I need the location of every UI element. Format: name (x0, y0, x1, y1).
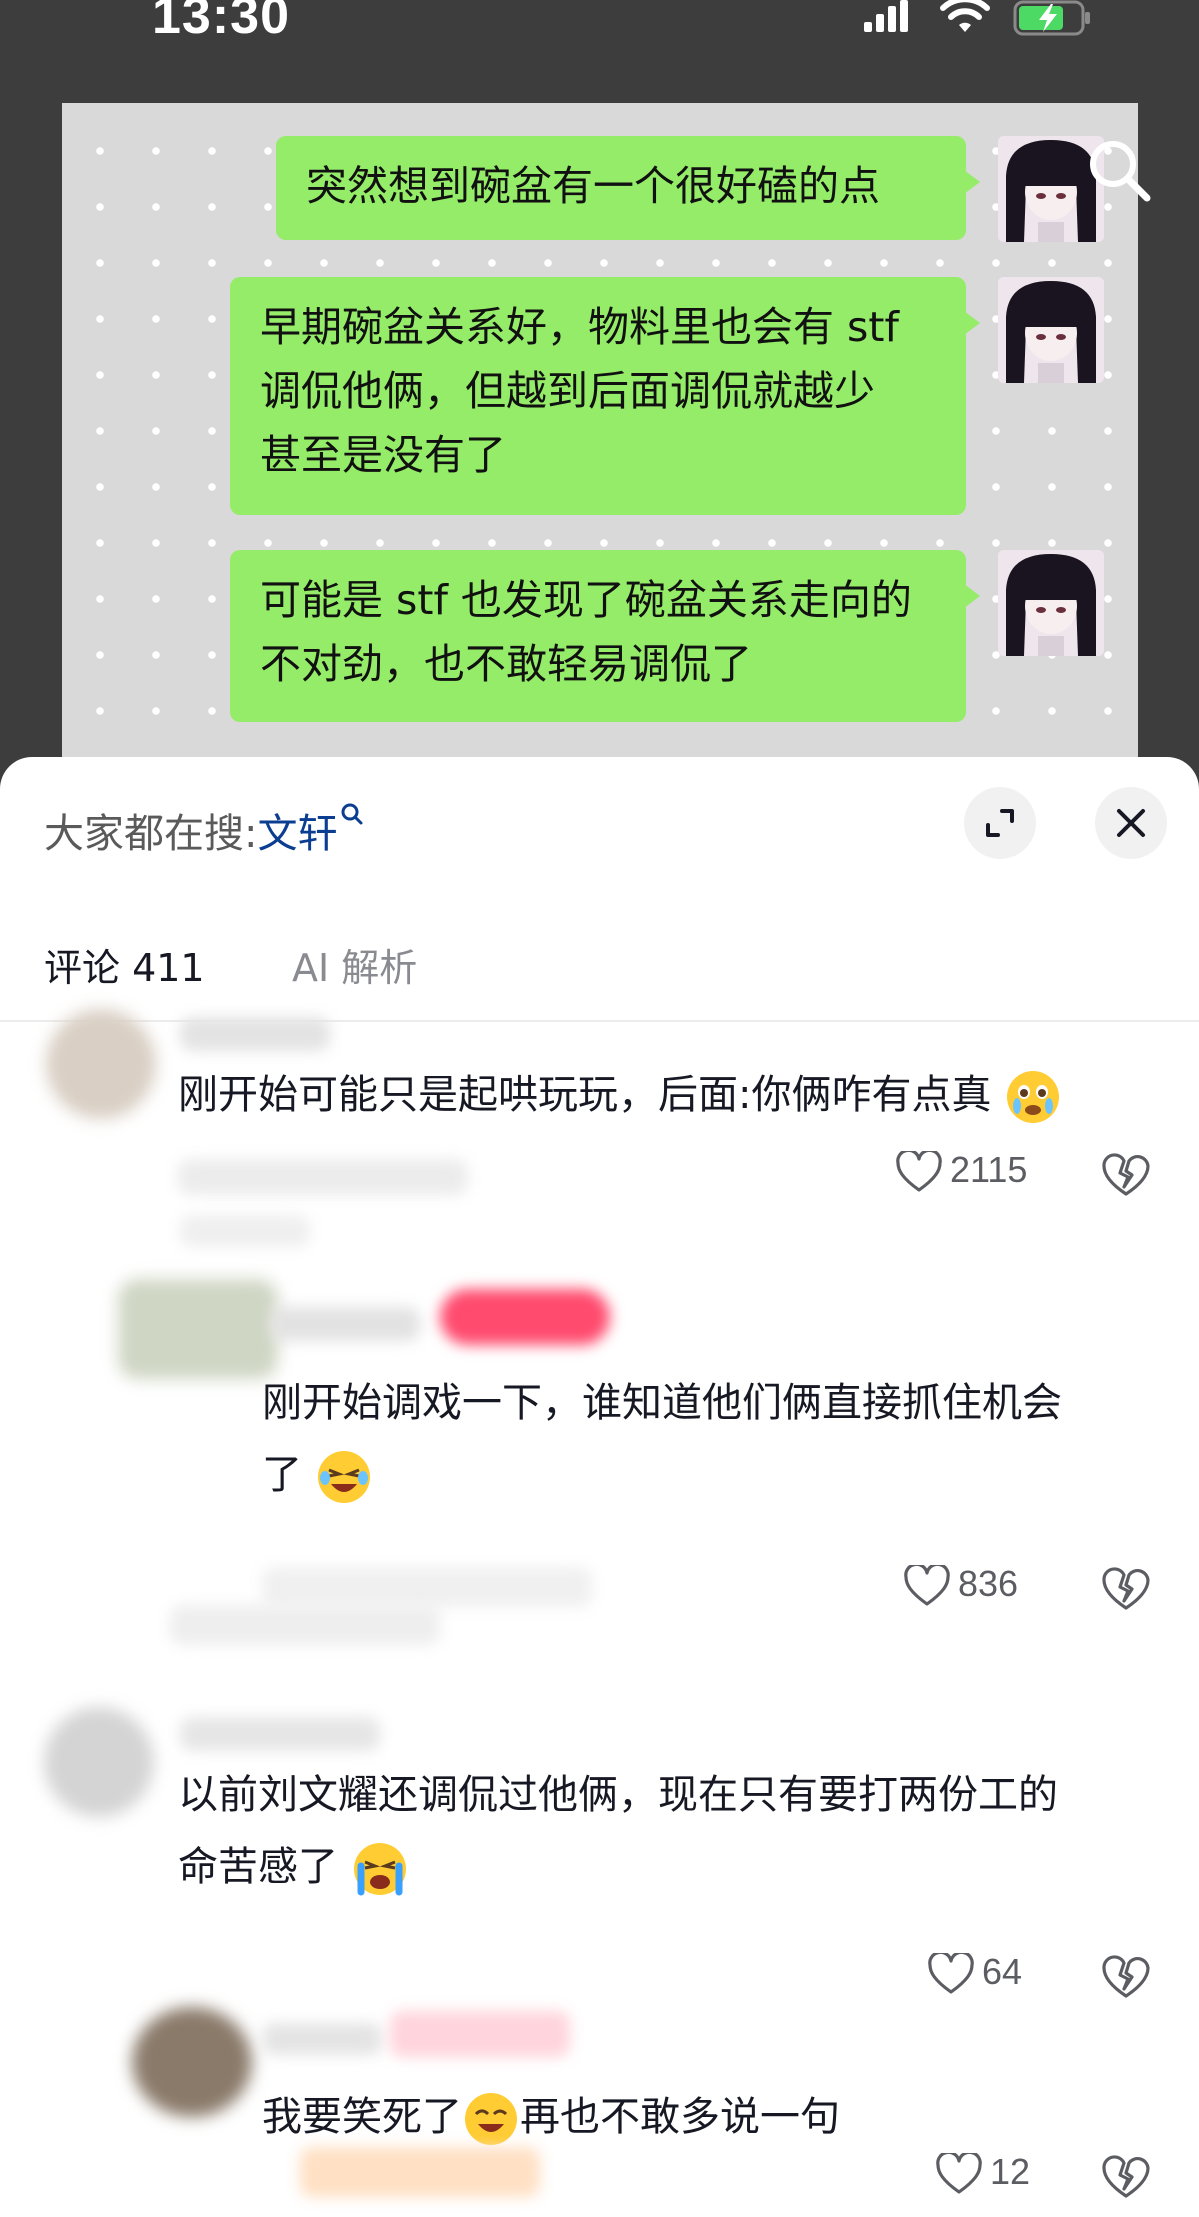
broken-heart-icon[interactable] (1102, 2155, 1150, 2199)
comment-text: 刚开始可能只是起哄玩玩，后面:你俩咋有点真 (178, 1059, 1138, 1131)
comment-line: 刚开始调戏一下，谁知道他们俩直接抓住机会 (262, 1380, 1062, 1426)
video-background: 13:30 突然想到碗盆有一个很好磕的点 早期碗盆关系好，物料里也会有 stf … (0, 0, 1199, 790)
heart-icon (896, 1149, 942, 1193)
wifi-icon (940, 0, 990, 32)
heart-icon (936, 2151, 982, 2195)
username-redacted (440, 1289, 610, 1345)
avatar (44, 1707, 154, 1817)
trending-search-prefix: 大家都在搜: (44, 811, 258, 857)
chat-bubble: 可能是 stf 也发现了碗盆关系走向的 不对劲，也不敢轻易调侃了 (230, 550, 980, 722)
comment-line: 刚开始可能只是起哄玩玩，后面:你俩咋有点真 (178, 1072, 992, 1118)
tab-ai-analysis[interactable]: AI 解析 (292, 937, 417, 992)
trending-search[interactable]: 大家都在搜:文轩 (44, 801, 365, 859)
meta-redacted (180, 1215, 310, 1247)
like-button[interactable]: 836 (904, 1563, 1018, 1607)
chat-bubble: 早期碗盆关系好，物料里也会有 stf 调侃他俩，但越到后面调侃就越少 甚至是没有… (230, 277, 980, 515)
chat-line: 早期碗盆关系好，物料里也会有 stf (260, 303, 899, 351)
chat-line: 可能是 stf 也发现了碗盆关系走向的 (260, 576, 912, 624)
close-button[interactable] (1095, 787, 1167, 859)
meta-redacted (262, 1567, 592, 1607)
search-icon (341, 803, 363, 825)
close-icon (1117, 809, 1145, 837)
username-redacted (390, 2011, 570, 2057)
avatar-image (998, 550, 1104, 656)
like-count: 12 (990, 2151, 1031, 2192)
avatar (998, 550, 1104, 656)
username-redacted (262, 2023, 382, 2055)
comment-text: 刚开始调戏一下，谁知道他们俩直接抓住机会 了 (262, 1367, 1162, 1511)
signal-icon (864, 0, 908, 32)
comment-line: 命苦感了 (178, 1844, 338, 1890)
comment-line: 再也不敢多说一句 (520, 2094, 840, 2140)
chat-line: 甚至是没有了 (260, 431, 506, 479)
username-redacted (180, 1717, 380, 1751)
laughing-face-icon (317, 1451, 370, 1503)
chat-bubble: 突然想到碗盆有一个很好磕的点 (276, 136, 980, 240)
comment-line: 以前刘文耀还调侃过他俩，现在只有要打两份工的 (178, 1772, 1058, 1818)
avatar (998, 277, 1104, 383)
chat-line: 突然想到碗盆有一个很好磕的点 (306, 162, 880, 210)
avatar (46, 1009, 156, 1119)
comment-text: 我要笑死了 再也不敢多说一句 (262, 2081, 1162, 2153)
laughing-face-icon (465, 2093, 517, 2145)
like-count: 836 (958, 1563, 1019, 1604)
more-replies-redacted[interactable] (170, 1605, 440, 1645)
avatar-image (998, 277, 1104, 383)
trending-search-keyword[interactable]: 文轩 (257, 811, 337, 857)
chat-line: 调侃他俩，但越到后面调侃就越少 (260, 367, 875, 415)
expand-icon (986, 809, 1014, 837)
avatar (118, 1279, 278, 1379)
search-icon[interactable] (1085, 136, 1155, 206)
avatar (132, 2007, 252, 2117)
broken-heart-icon[interactable] (1102, 1567, 1150, 1611)
like-count: 2115 (950, 1149, 1028, 1190)
expand-button[interactable] (964, 787, 1036, 859)
battery-icon (1013, 0, 1090, 36)
tab-comments[interactable]: 评论 411 (44, 937, 205, 992)
username-redacted (270, 1307, 420, 1341)
chat-line: 不对劲，也不敢轻易调侃了 (260, 640, 752, 688)
like-button[interactable]: 12 (936, 2151, 1030, 2195)
status-bar: 13:30 (0, 0, 1199, 60)
comment-line: 我要笑死了 (262, 2094, 462, 2140)
chat-screenshot: 突然想到碗盆有一个很好磕的点 早期碗盆关系好，物料里也会有 stf 调侃他俩，但… (62, 103, 1138, 763)
meta-redacted (300, 2147, 540, 2197)
broken-heart-icon[interactable] (1102, 1153, 1150, 1197)
meta-redacted (178, 1159, 468, 1195)
heart-icon (904, 1563, 950, 1607)
comment-text: 以前刘文耀还调侃过他俩，现在只有要打两份工的 命苦感了 (178, 1759, 1158, 1903)
comment-panel: 大家都在搜:文轩 评论 411 AI 解析 刚开始可能只是起哄玩玩，后面:你俩咋… (0, 757, 1199, 2217)
crying-face-icon (353, 1843, 406, 1896)
crying-face-icon (1007, 1071, 1060, 1123)
comment-reply: 刚开始调戏一下，谁知道他们俩直接抓住机会 了 836 (0, 1267, 1199, 1627)
comment-reply: 我要笑死了 再也不敢多说一句 12 (0, 1987, 1199, 2217)
comment-line: 了 (262, 1452, 302, 1498)
like-count: 64 (982, 1951, 1023, 1992)
like-button[interactable]: 2115 (896, 1149, 1027, 1193)
status-time: 13:30 (152, 0, 290, 45)
username-redacted (180, 1017, 330, 1051)
